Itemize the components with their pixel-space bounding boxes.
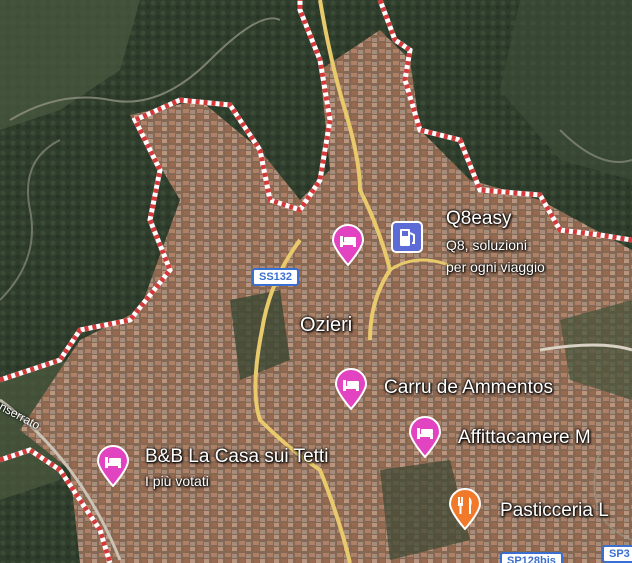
poi-subtitle-q8easy-1: Q8, soluzioni	[446, 237, 527, 253]
road-shield-ss132: SS132	[252, 268, 300, 286]
poi-subtitle-q8easy-2: per ogni viaggio	[446, 259, 545, 275]
poi-pin-hotel[interactable]	[331, 224, 365, 266]
poi-name-affittacamere[interactable]: Affittacamere M	[458, 427, 591, 449]
poi-subtitle-bb-la-casa-sui-tetti: I più votati	[145, 473, 209, 489]
fuel-icon	[391, 221, 423, 253]
hotel-bed-icon	[331, 224, 365, 266]
poi-pin-fuel[interactable]	[390, 220, 424, 262]
poi-name-bb-la-casa-sui-tetti[interactable]: B&B La Casa sui Tetti	[145, 446, 328, 468]
poi-name-pasticceria[interactable]: Pasticceria L	[500, 500, 609, 522]
poi-pin-pasticceria[interactable]	[448, 488, 482, 530]
hotel-bed-icon	[334, 368, 368, 410]
road-shield-sp3: SP3	[602, 545, 632, 563]
restaurant-icon	[448, 488, 482, 530]
poi-pin-bb-la-casa-sui-tetti[interactable]	[96, 445, 130, 487]
poi-pin-affittacamere[interactable]	[408, 416, 442, 458]
poi-name-carru-de-ammentos[interactable]: Carru de Ammentos	[384, 377, 553, 399]
poi-name-q8easy[interactable]: Q8easy	[446, 208, 511, 230]
road-shield-sp128bis: SP128bis	[500, 552, 563, 563]
hotel-bed-icon	[96, 445, 130, 487]
poi-pin-carru-de-ammentos[interactable]	[334, 368, 368, 410]
place-label-ozieri[interactable]: Ozieri	[300, 314, 352, 337]
map-view[interactable]: Monserrato SS132 SP128bis SP3 Ozieri Q8e…	[0, 0, 632, 563]
satellite-imagery	[0, 0, 632, 563]
hotel-bed-icon	[408, 416, 442, 458]
